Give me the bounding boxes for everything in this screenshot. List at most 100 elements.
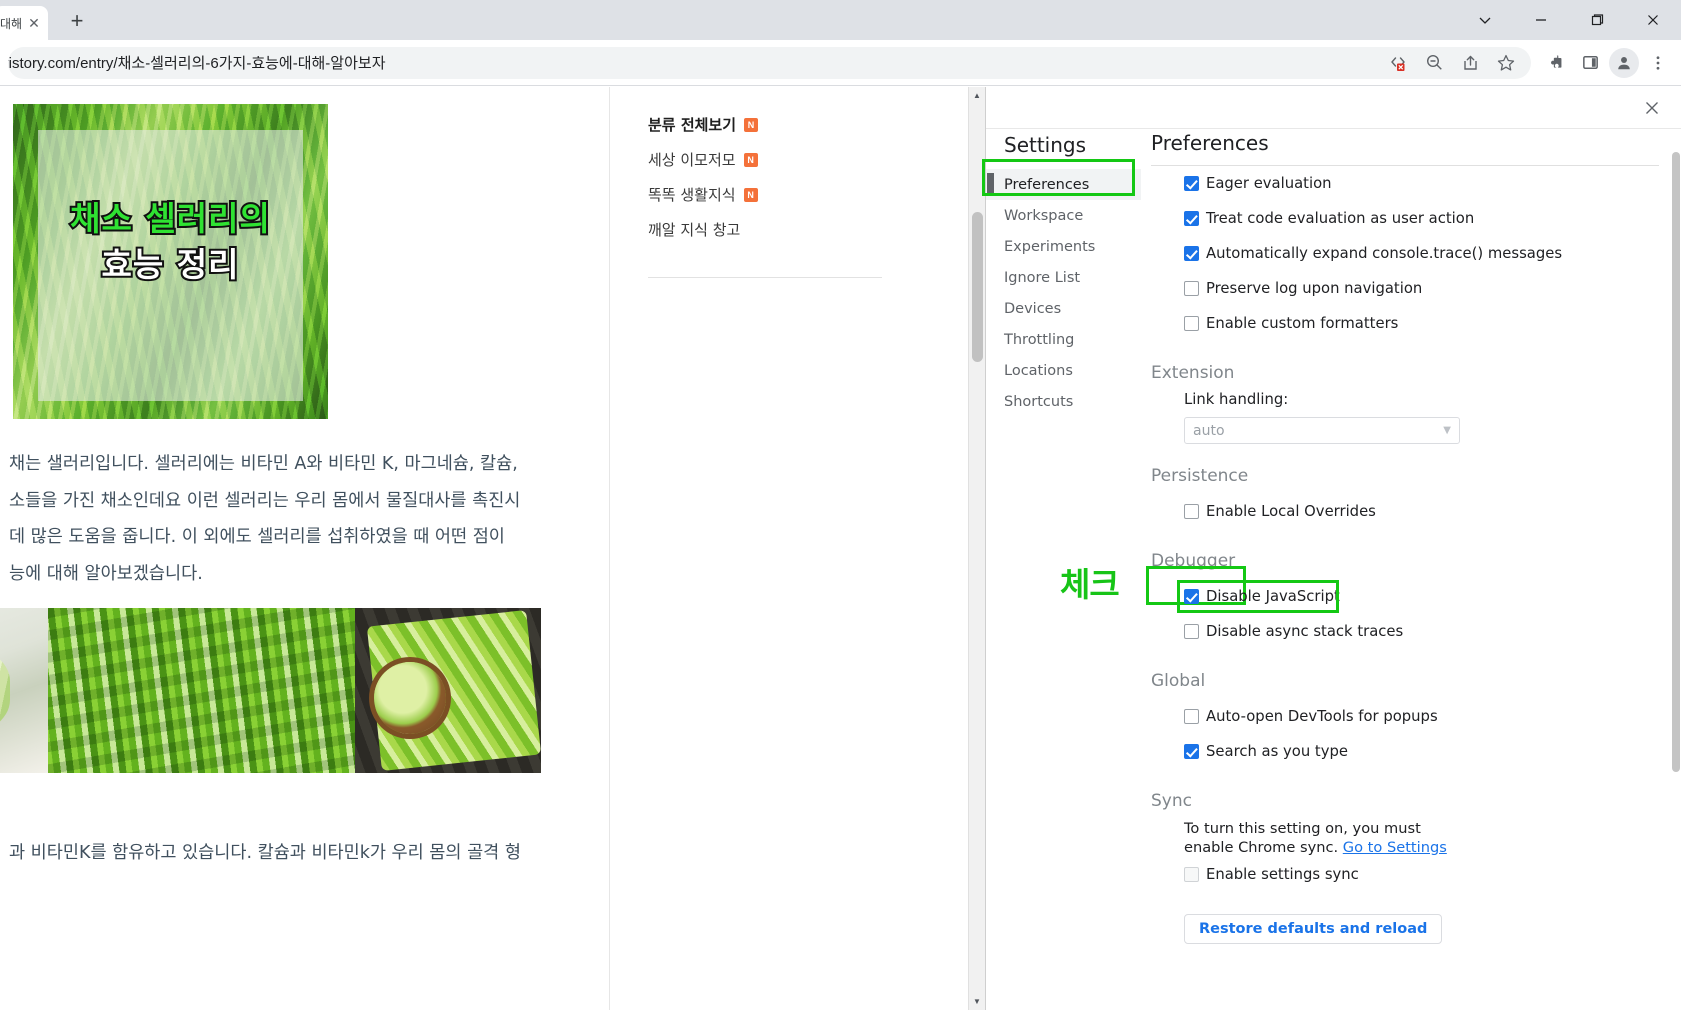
checkbox-icon[interactable] <box>1184 316 1199 331</box>
chevron-down-icon: ▼ <box>1443 425 1451 436</box>
minimize-icon[interactable] <box>1513 0 1569 40</box>
sidebar-divider <box>648 277 882 278</box>
sidebar-label-locations: Locations <box>1004 362 1073 379</box>
sidebar-item-ignore-list[interactable]: Ignore List <box>986 262 1141 293</box>
category-item-1[interactable]: 세상 이모저모 N <box>648 142 938 177</box>
tab-close-icon[interactable]: ✕ <box>26 15 42 31</box>
checkbox-icon[interactable] <box>1184 867 1199 882</box>
paragraph-line-4: 능에 대해 알아보겠습니다. <box>9 563 203 584</box>
browser-tab[interactable]: 대해 ✕ <box>0 6 48 40</box>
address-bar[interactable]: h.tistory.com/entry/채소-셀러리의-6가지-효능에-대해-알… <box>8 46 1531 79</box>
checkbox-disable-async-stack-traces[interactable]: Disable async stack traces <box>1151 614 1681 649</box>
page-scroll-thumb[interactable] <box>972 212 983 362</box>
category-item-3[interactable]: 깨알 지식 창고 <box>648 212 938 247</box>
new-badge-icon: N <box>744 117 759 132</box>
sidebar-item-preferences[interactable]: Preferences <box>986 169 1141 200</box>
checkbox-icon[interactable] <box>1184 176 1199 191</box>
checkbox-icon[interactable] <box>1184 624 1199 639</box>
checkbox-treat-code-evaluation[interactable]: Treat code evaluation as user action <box>1151 201 1681 236</box>
group-heading-global: Global <box>1151 671 1206 691</box>
checkbox-auto-open-devtools[interactable]: Auto-open DevTools for popups <box>1151 699 1681 734</box>
url-text: h.tistory.com/entry/채소-셀러리의-6가지-효능에-대해-알… <box>8 55 386 72</box>
side-panel-icon[interactable] <box>1575 48 1605 78</box>
settings-body: Settings Preferences Workspace Experimen… <box>982 129 1681 1010</box>
group-heading-sync: Sync <box>1151 791 1192 811</box>
devtools-scrollbar[interactable] <box>1671 142 1681 968</box>
checkbox-disable-javascript[interactable]: Disable JavaScript <box>1151 579 1681 614</box>
sidebar-item-devices[interactable]: Devices <box>986 293 1141 324</box>
browser-window: 대해 ✕ + h.tistory.com/entry/채소-셀러리의-6가지-효… <box>0 0 1681 1010</box>
zoom-out-icon[interactable] <box>1421 50 1447 76</box>
link-handling-select[interactable]: auto ▼ <box>1184 417 1460 444</box>
sync-note: To turn this setting on, you must enable… <box>1151 819 1456 857</box>
page-scrollbar[interactable]: ▲ ▼ <box>968 87 985 1010</box>
new-tab-button[interactable]: + <box>60 4 94 38</box>
paragraph-line-3: 데 많은 도움을 줍니다. 이 외에도 셀러리를 섭취하였을 때 어떤 점이 <box>9 527 505 547</box>
group-heading-debugger: Debugger <box>1151 551 1236 571</box>
checkbox-label: Automatically expand console.trace() mes… <box>1206 245 1563 262</box>
share-icon[interactable] <box>1457 50 1483 76</box>
checkbox-preserve-log[interactable]: Preserve log upon navigation <box>1151 271 1681 306</box>
sidebar-label-throttling: Throttling <box>1004 331 1075 348</box>
checkbox-icon[interactable] <box>1184 281 1199 296</box>
sidebar-item-locations[interactable]: Locations <box>986 355 1141 386</box>
group-heading-extension: Extension <box>1151 363 1235 383</box>
omnibox-actions <box>1385 50 1519 76</box>
sidebar-item-experiments[interactable]: Experiments <box>986 231 1141 262</box>
go-to-settings-link[interactable]: Go to Settings <box>1343 839 1447 856</box>
close-icon[interactable] <box>1639 95 1665 121</box>
category-sidebar: 분류 전체보기 N 세상 이모저모 N 똑똑 생활지식 N 깨알 지식 창고 <box>648 87 938 278</box>
scroll-up-arrow-icon[interactable]: ▲ <box>969 87 985 104</box>
sidebar-label-workspace: Workspace <box>1004 207 1084 224</box>
paragraph-line-1: 채는 샐러리입니다. 셀러리에는 비타민 A와 비타민 K, 마그네슘, 칼슘, <box>9 454 518 474</box>
checkbox-custom-formatters[interactable]: Enable custom formatters <box>1151 306 1681 341</box>
sidebar-item-shortcuts[interactable]: Shortcuts <box>986 386 1141 417</box>
checkbox-icon[interactable] <box>1184 709 1199 724</box>
checkbox-icon[interactable] <box>1184 504 1199 519</box>
checkbox-label: Enable custom formatters <box>1206 315 1399 332</box>
link-handling-value: auto <box>1193 422 1225 439</box>
checkbox-icon[interactable] <box>1184 744 1199 759</box>
sidebar-item-workspace[interactable]: Workspace <box>986 200 1141 231</box>
chrome-menu-icon[interactable] <box>1643 48 1673 78</box>
article-paragraph: 채는 샐러리입니다. 셀러리에는 비타민 A와 비타민 K, 마그네슘, 칼슘,… <box>9 446 549 592</box>
devtools-scroll-thumb[interactable] <box>1672 152 1680 772</box>
category-label-3: 깨알 지식 창고 <box>648 221 741 239</box>
hero-title: 채소 셀러리의 효능 정리 <box>13 196 328 287</box>
chevron-down-icon[interactable] <box>1457 0 1513 40</box>
checkbox-icon[interactable] <box>1184 589 1199 604</box>
window-close-icon[interactable] <box>1625 0 1681 40</box>
maximize-icon[interactable] <box>1569 0 1625 40</box>
checkbox-enable-settings-sync[interactable]: Enable settings sync <box>1151 857 1681 892</box>
checkbox-icon[interactable] <box>1184 211 1199 226</box>
category-label-2: 똑똑 생활지식 <box>648 186 736 204</box>
checkbox-label: Disable async stack traces <box>1206 623 1404 640</box>
checkbox-label: Eager evaluation <box>1206 175 1332 192</box>
sidebar-item-throttling[interactable]: Throttling <box>986 324 1141 355</box>
category-item-2[interactable]: 똑똑 생활지식 N <box>648 177 938 212</box>
article-content: 채소 셀러리의 효능 정리 채는 샐러리입니다. 셀러리에는 비타민 A와 비타… <box>0 87 573 872</box>
settings-title: Settings <box>1004 133 1087 157</box>
checkbox-icon[interactable] <box>1184 246 1199 261</box>
checkbox-search-as-you-type[interactable]: Search as you type <box>1151 734 1681 769</box>
checkbox-eager-evaluation[interactable]: Eager evaluation <box>1151 166 1681 201</box>
category-label-1: 세상 이모저모 <box>648 151 736 169</box>
category-item-0[interactable]: 분류 전체보기 N <box>648 107 938 142</box>
tail-line-1: 과 비타민K를 함유하고 있습니다. 칼슘과 비타민k가 우리 몸의 골격 형 <box>9 843 521 863</box>
console-settings-group: Eager evaluation Treat code evaluation a… <box>1151 166 1681 341</box>
restore-defaults-button[interactable]: Restore defaults and reload <box>1184 914 1443 944</box>
checkbox-label: Auto-open DevTools for popups <box>1206 708 1438 725</box>
page-column-divider <box>609 87 610 1010</box>
celery-photo-right <box>355 608 541 773</box>
paragraph-line-2: 소들을 가진 채소인데요 이런 셀러리는 우리 몸에서 물질대사를 촉진시 <box>9 490 521 511</box>
checkbox-label: Enable settings sync <box>1206 866 1359 883</box>
profile-avatar-icon[interactable] <box>1609 47 1639 78</box>
checkbox-label: Search as you type <box>1206 743 1348 760</box>
checkbox-enable-local-overrides[interactable]: Enable Local Overrides <box>1151 494 1681 529</box>
extensions-puzzle-icon[interactable] <box>1541 48 1571 78</box>
javascript-blocked-icon[interactable] <box>1385 50 1411 76</box>
link-handling-select-wrapper: auto ▼ <box>1151 417 1681 444</box>
bookmark-star-icon[interactable] <box>1493 50 1519 76</box>
scroll-down-arrow-icon[interactable]: ▼ <box>969 993 985 1010</box>
checkbox-auto-expand-console-trace[interactable]: Automatically expand console.trace() mes… <box>1151 236 1681 271</box>
